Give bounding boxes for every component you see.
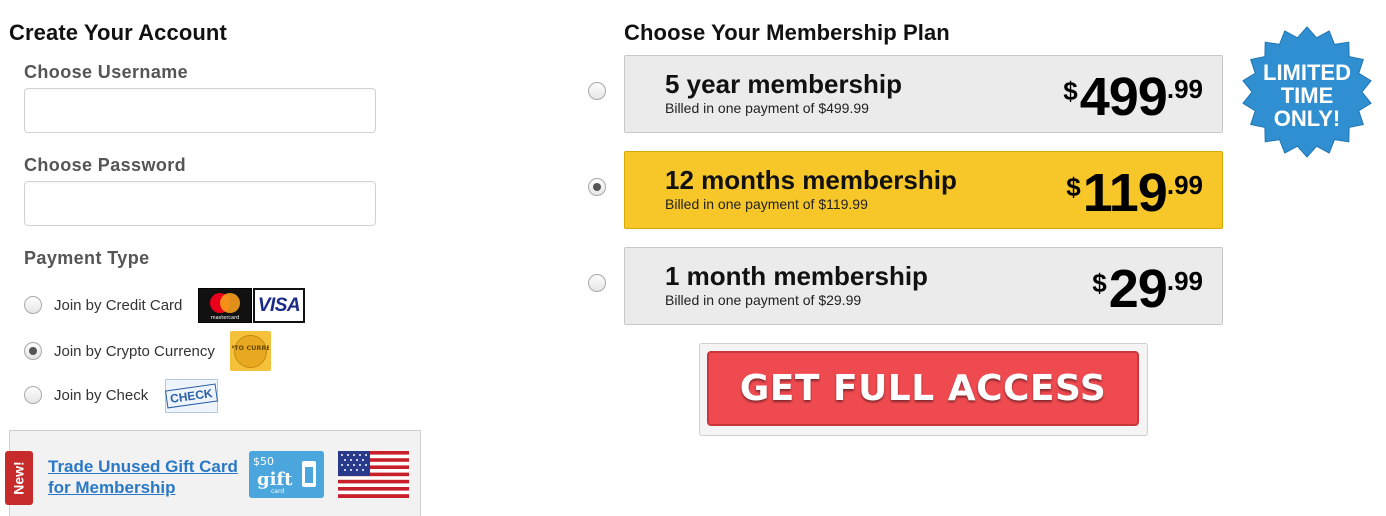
check-icon: CHECK [165, 379, 218, 413]
price-cents: .99 [1166, 266, 1203, 296]
mastercard-text: mastercard [211, 315, 239, 321]
price-cents: .99 [1166, 170, 1203, 200]
badge-line3: ONLY! [1274, 106, 1340, 131]
check-radio[interactable] [24, 386, 42, 404]
gift-card-word: gift [257, 469, 293, 490]
price-main: 119 [1082, 163, 1168, 223]
limited-time-badge: LIMITED TIME ONLY! [1240, 25, 1374, 159]
price-cents: .99 [1166, 74, 1203, 104]
plan-price: $ 119 .99 [1066, 166, 1203, 220]
check-label: Join by Check [54, 387, 149, 404]
plan-1-month-radio[interactable] [588, 274, 606, 292]
plan-billing-note: Billed in one payment of $119.99 [665, 196, 868, 212]
crypto-badge-text: CRYPTO CURRENCY [232, 344, 269, 352]
new-tag: New! [5, 451, 33, 505]
crypto-currency-radio[interactable] [24, 342, 42, 360]
price-currency: $ [1063, 76, 1078, 106]
price-currency: $ [1066, 172, 1081, 202]
username-label: Choose Username [24, 62, 189, 82]
check-badge-text: CHECK [165, 383, 218, 409]
plan-price: $ 499 .99 [1063, 70, 1203, 124]
trade-gift-card-link[interactable]: Trade Unused Gift Card for Membership [48, 456, 238, 498]
us-flag-icon [338, 451, 409, 498]
credit-card-radio[interactable] [24, 296, 42, 314]
password-label: Choose Password [24, 155, 187, 175]
plan-12-months[interactable]: 12 months membership Billed in one payme… [624, 151, 1223, 229]
plan-5-year[interactable]: 5 year membership Billed in one payment … [624, 55, 1223, 133]
username-input[interactable] [24, 88, 376, 133]
badge-line2: TIME [1281, 83, 1334, 108]
visa-text: VISA [257, 294, 301, 316]
plan-1-month[interactable]: 1 month membership Billed in one payment… [624, 247, 1223, 325]
gift-card-amount: $50 [253, 455, 274, 468]
mastercard-icon: mastercard [198, 288, 252, 323]
payment-type-label: Payment Type [24, 248, 150, 268]
crypto-currency-icon: CRYPTO CURRENCY [230, 331, 271, 371]
membership-plan-title: Choose Your Membership Plan [624, 20, 950, 45]
price-main: 499 [1079, 67, 1168, 127]
get-full-access-button[interactable]: GET FULL ACCESS [707, 351, 1139, 426]
create-account-title: Create Your Account [9, 20, 227, 45]
new-tag-text: New! [11, 461, 28, 495]
plan-billing-note: Billed in one payment of $499.99 [665, 100, 869, 116]
crypto-currency-label: Join by Crypto Currency [54, 343, 215, 360]
gift-card-sub: card [271, 488, 284, 495]
plan-billing-note: Billed in one payment of $29.99 [665, 292, 862, 308]
plan-name: 12 months membership [665, 165, 957, 195]
credit-card-label: Join by Credit Card [54, 297, 183, 314]
plan-12-months-radio[interactable] [588, 178, 606, 196]
plan-name: 1 month membership [665, 261, 928, 291]
plan-price: $ 29 .99 [1092, 262, 1203, 316]
badge-line1: LIMITED [1263, 60, 1351, 85]
visa-icon: VISA [253, 288, 305, 323]
plan-name: 5 year membership [665, 69, 903, 99]
price-main: 29 [1108, 259, 1168, 319]
plan-5-year-radio[interactable] [588, 82, 606, 100]
password-input[interactable] [24, 181, 376, 226]
gift-card-icon: $50 gift card [249, 451, 324, 498]
price-currency: $ [1092, 268, 1107, 298]
